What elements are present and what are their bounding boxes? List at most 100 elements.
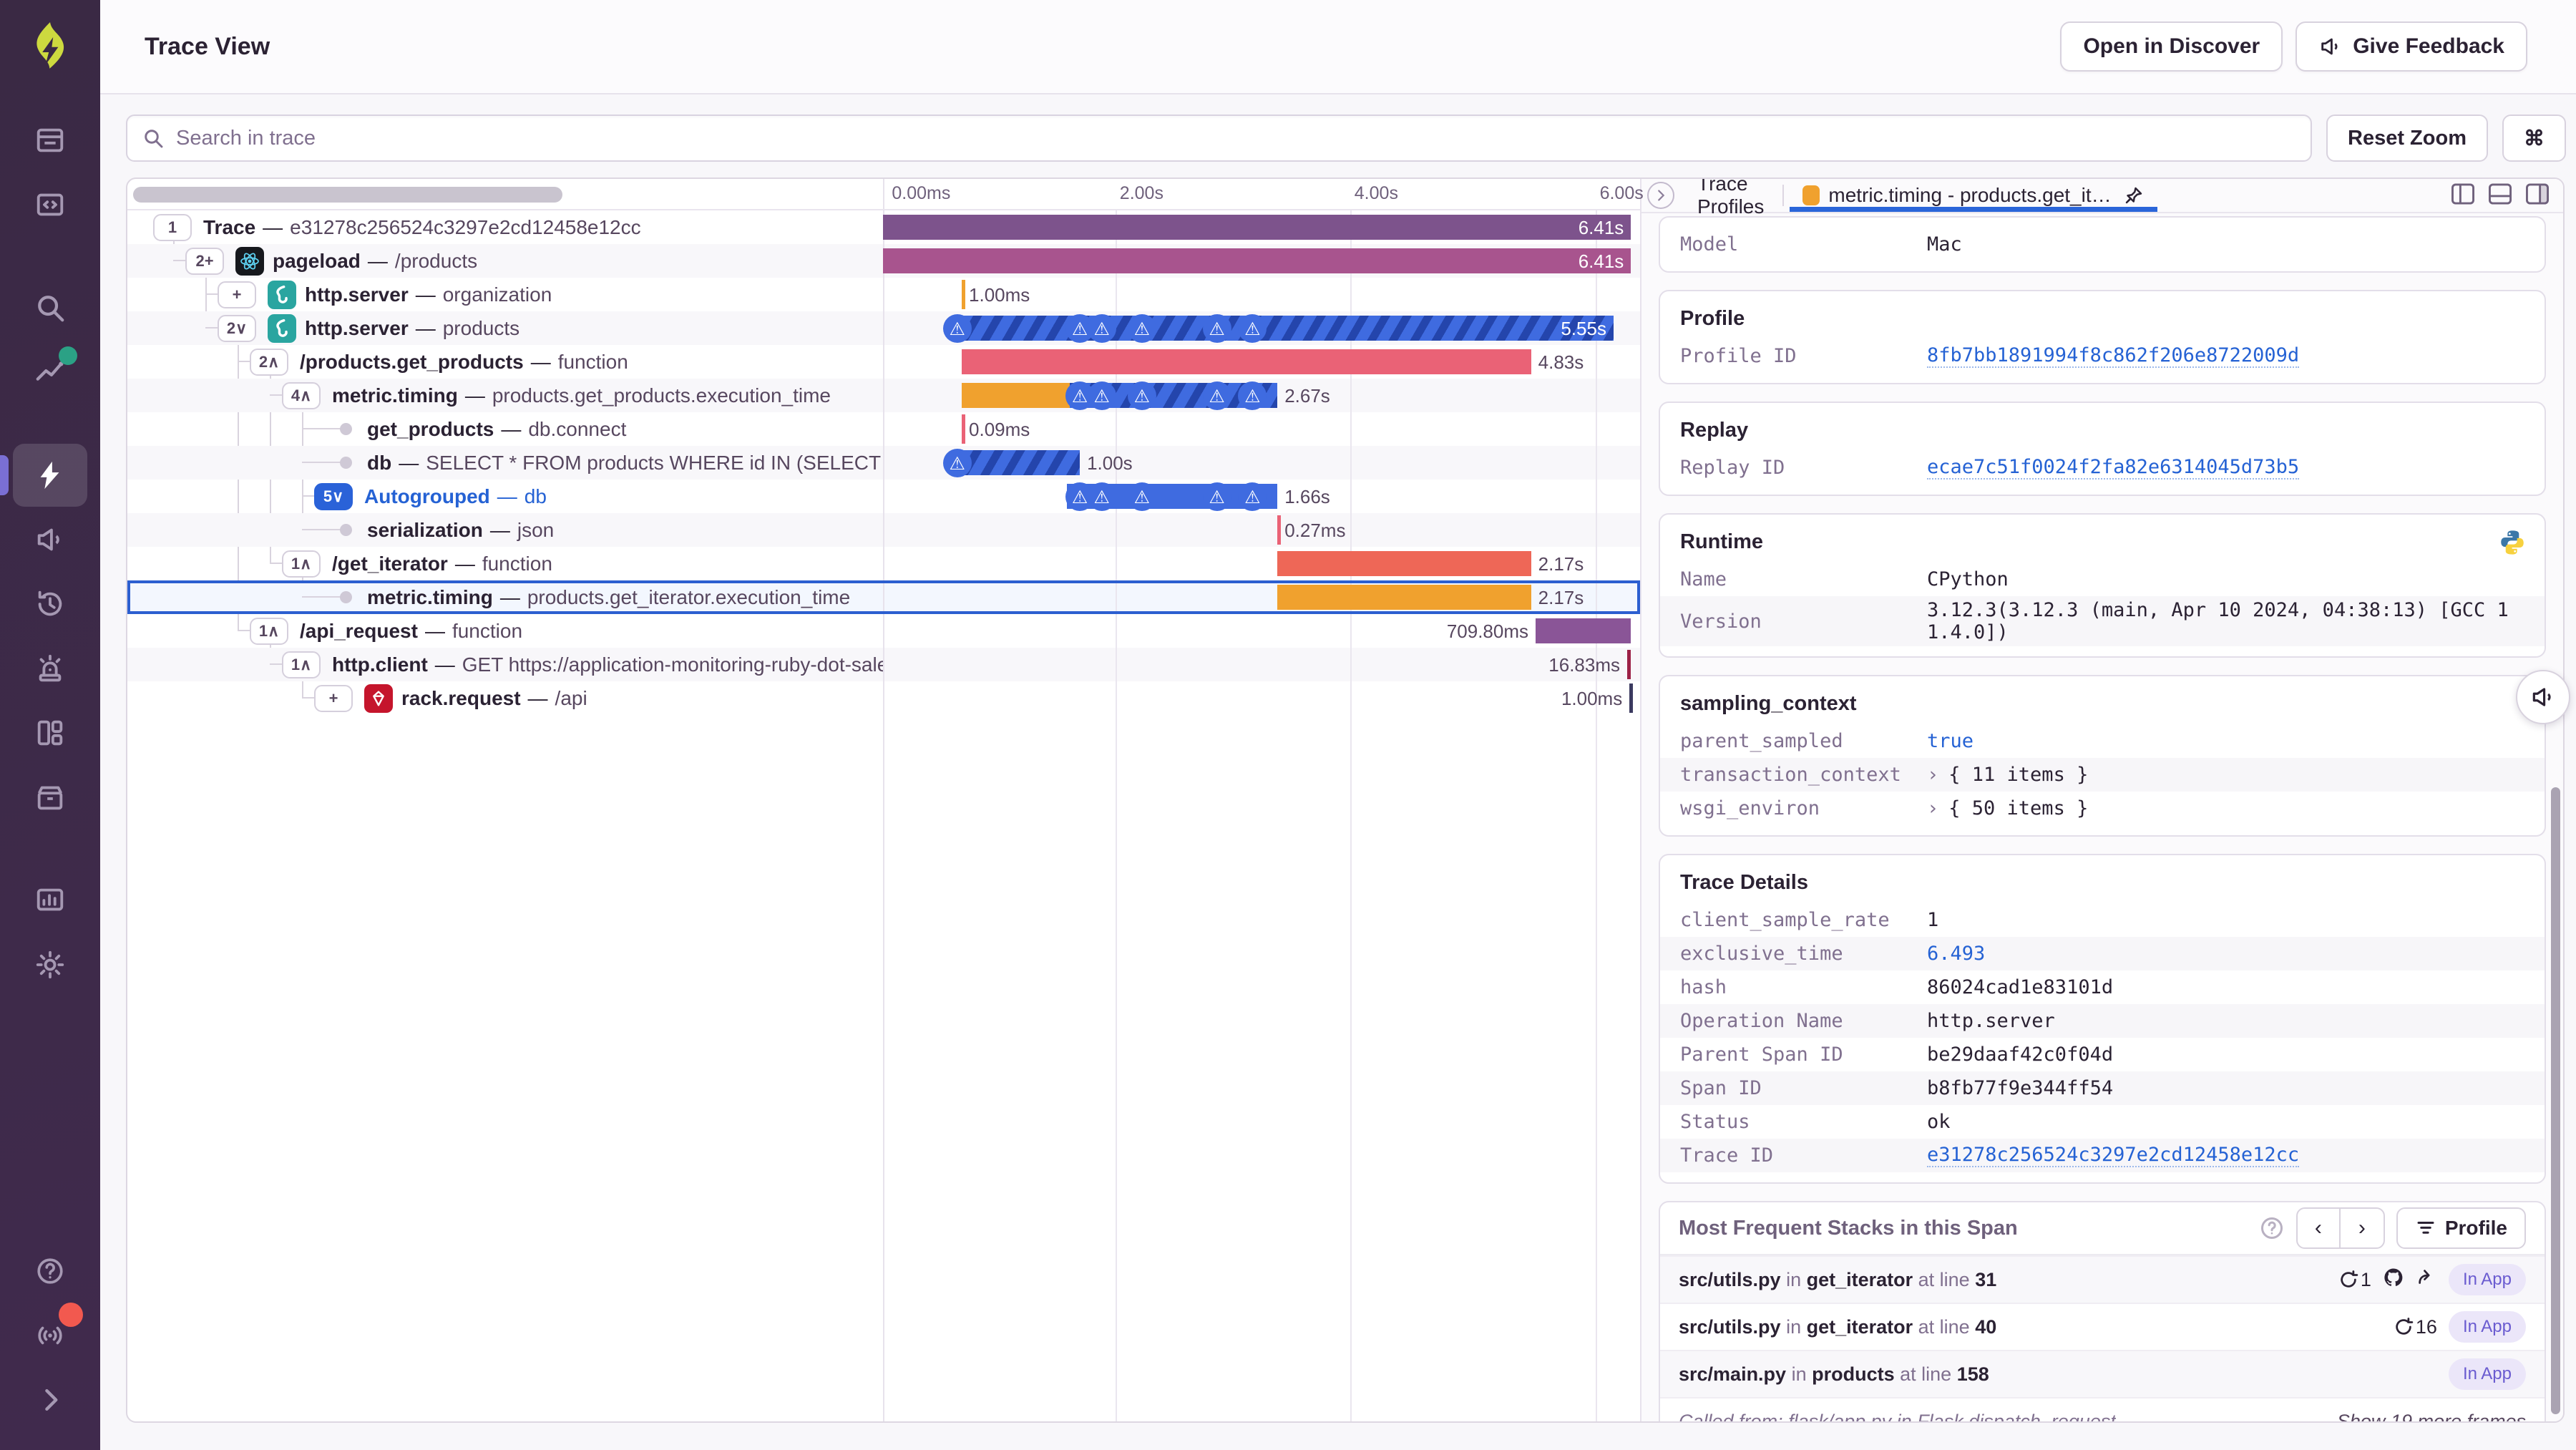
span-bar[interactable]: 5.55s xyxy=(952,316,1614,341)
sidebar-item-dashboards[interactable] xyxy=(13,701,87,764)
expand-chevron[interactable]: › xyxy=(1927,764,1938,786)
span-row[interactable]: serialization — json 0.27ms xyxy=(127,513,1640,547)
span-bar[interactable] xyxy=(962,349,1531,374)
span-description[interactable]: metric.timing — products.get_products.exec… xyxy=(332,379,831,412)
pin-icon[interactable] xyxy=(2123,185,2145,206)
span-row[interactable]: get_products — db.connect 0.09ms xyxy=(127,412,1640,446)
expand-badge[interactable]: + xyxy=(218,281,256,308)
stack-frame-row[interactable]: src/utils.py in get_iterator at line 31 1… xyxy=(1660,1255,2545,1303)
warning-icon[interactable]: ⚠ xyxy=(1127,381,1156,410)
open-in-discover-button[interactable]: Open in Discover xyxy=(2060,21,2283,72)
span-bar[interactable]: 6.41s xyxy=(883,215,1631,240)
details-scrollbar[interactable] xyxy=(2551,787,2560,1414)
stack-frame-row[interactable]: src/utils.py in get_iterator at line 40 1… xyxy=(1660,1303,2545,1350)
span-description[interactable]: metric.timing — products.get_iterator.exec… xyxy=(367,580,850,614)
help-icon[interactable] xyxy=(2259,1215,2285,1241)
span-description[interactable]: rack.request —/api xyxy=(401,681,587,715)
span-description[interactable]: /api_request — function xyxy=(300,614,522,648)
warning-icon[interactable]: ⚠ xyxy=(1238,482,1267,511)
sidebar-item-alerts[interactable] xyxy=(13,637,87,700)
span-description[interactable]: db — SELECT * FROM products WHERE id IN (S… xyxy=(367,446,883,480)
sidebar-item-settings[interactable] xyxy=(13,933,87,996)
expand-chevron[interactable]: › xyxy=(1927,797,1938,819)
span-description[interactable]: Autogrouped — db xyxy=(364,480,547,513)
span-bar[interactable] xyxy=(962,280,966,309)
source-link-icon[interactable] xyxy=(2416,1267,2437,1293)
span-row[interactable]: 2+ pageload —/products 6.41s xyxy=(127,244,1640,278)
span-description[interactable]: http.client — GET https://application-moni… xyxy=(332,648,883,681)
span-bar[interactable] xyxy=(1627,650,1631,679)
expand-badge[interactable]: 1∧ xyxy=(282,550,321,578)
sidebar-item-projects[interactable] xyxy=(13,173,87,236)
expand-badge[interactable]: 1 xyxy=(153,214,192,241)
span-description[interactable]: /get_iterator — function xyxy=(332,547,552,580)
sidebar-item-issues[interactable] xyxy=(13,109,87,172)
warning-icon[interactable]: ⚠ xyxy=(1127,314,1156,343)
warning-icon[interactable]: ⚠ xyxy=(942,449,972,477)
span-description[interactable]: pageload —/products xyxy=(273,244,477,278)
warning-icon[interactable]: ⚠ xyxy=(1127,482,1156,511)
sidebar-item-monitors[interactable] xyxy=(13,869,87,932)
span-bar[interactable] xyxy=(1629,683,1634,713)
sidebar-item-collapse[interactable] xyxy=(13,1368,87,1431)
span-row[interactable]: + http.server — organization 1.00ms xyxy=(127,278,1640,311)
span-bar[interactable]: 6.41s xyxy=(883,248,1631,273)
warning-icon[interactable]: ⚠ xyxy=(1238,381,1267,410)
expand-badge[interactable]: 2+ xyxy=(185,248,224,275)
span-bar[interactable] xyxy=(1277,551,1531,576)
warning-icon[interactable]: ⚠ xyxy=(1087,314,1116,343)
warning-icon[interactable]: ⚠ xyxy=(1238,314,1267,343)
sidebar-item-feedback[interactable] xyxy=(13,508,87,571)
sidebar-item-releases[interactable] xyxy=(13,766,87,829)
tab-span-detail[interactable]: metric.timing - products.get_iterat… xyxy=(1790,179,2157,212)
span-bar[interactable] xyxy=(962,414,966,444)
show-more-frames[interactable]: Show 19 more frames xyxy=(2337,1411,2526,1422)
span-description[interactable]: serialization — json xyxy=(367,513,554,547)
panel-right-icon[interactable] xyxy=(2524,183,2550,209)
span-row[interactable]: 2∨ http.server — products 5.55s ⚠ ⚠ ⚠ ⚠ ⚠ ⚠ xyxy=(127,311,1640,345)
sidebar-item-whats-new[interactable] xyxy=(13,1303,87,1367)
tab-trace[interactable]: Trace xyxy=(1684,179,1777,195)
stack-frame-row[interactable]: src/main.py in products at line 158 In Ap… xyxy=(1660,1350,2545,1397)
span-row[interactable]: 4∧ metric.timing — products.get_products.ex… xyxy=(127,379,1640,412)
warning-icon[interactable]: ⚠ xyxy=(1202,314,1231,343)
detail-value[interactable]: ecae7c51f0024f2fa82e6314045d73b5 xyxy=(1927,456,2300,480)
span-description[interactable]: /products.get_products — function xyxy=(300,345,628,379)
warning-icon[interactable]: ⚠ xyxy=(1202,381,1231,410)
expand-badge[interactable]: + xyxy=(314,685,353,712)
panel-left-icon[interactable] xyxy=(2450,183,2476,209)
detail-value[interactable]: e31278c256524c3297e2cd12458e12cc xyxy=(1927,1144,2300,1167)
shortcut-button[interactable]: ⌘ xyxy=(2502,115,2566,162)
detail-value[interactable]: 8fb7bb1891994f8c862f206e8722009d xyxy=(1927,344,2300,368)
search-box[interactable] xyxy=(126,115,2313,162)
stack-frame-row[interactable]: Called from: flask/app.py in Flask.dispa… xyxy=(1660,1397,2545,1421)
span-row[interactable]: 1 Trace — e31278c256524c3297e2cd12458e12cc 6… xyxy=(127,210,1640,244)
span-row[interactable]: 1∧ /api_request — function 709.80ms xyxy=(127,614,1640,648)
profile-button[interactable]: Profile xyxy=(2396,1207,2526,1249)
warning-icon[interactable]: ⚠ xyxy=(942,314,972,343)
warning-icon[interactable]: ⚠ xyxy=(1087,482,1116,511)
span-row[interactable]: db — SELECT * FROM products WHERE id IN (S… xyxy=(127,446,1640,480)
next-button[interactable]: › xyxy=(2341,1209,2384,1247)
expand-badge[interactable]: 1∧ xyxy=(282,651,321,678)
span-row[interactable]: 5∨ Autogrouped — db ⚠ ⚠ ⚠ ⚠ ⚠ 1.66s xyxy=(127,480,1640,513)
give-feedback-button[interactable]: Give Feedback xyxy=(2296,21,2527,72)
search-input[interactable] xyxy=(176,126,2297,150)
span-row[interactable]: + rack.request —/api 1.00ms xyxy=(127,681,1640,715)
warning-icon[interactable]: ⚠ xyxy=(1202,482,1231,511)
expand-badge[interactable]: 4∧ xyxy=(282,382,321,409)
span-row[interactable]: 1∧ http.client — GET https://application-mo… xyxy=(127,648,1640,681)
expand-badge[interactable]: 2∨ xyxy=(218,315,256,342)
expand-panel-button[interactable] xyxy=(1647,182,1674,209)
github-icon[interactable] xyxy=(2383,1267,2404,1293)
sentry-logo[interactable] xyxy=(24,20,77,80)
tree-scrollbar[interactable] xyxy=(133,187,562,203)
prev-button[interactable]: ‹ xyxy=(2298,1209,2341,1247)
span-row[interactable]: 1∧ /get_iterator — function 2.17s xyxy=(127,547,1640,580)
span-row[interactable]: 2∧ /products.get_products — function 4.83s xyxy=(127,345,1640,379)
span-description[interactable]: get_products — db.connect xyxy=(367,412,626,446)
warning-icon[interactable]: ⚠ xyxy=(1087,381,1116,410)
span-row[interactable]: metric.timing — products.get_iterator.exec… xyxy=(127,580,1640,614)
span-bar[interactable] xyxy=(1535,618,1631,643)
span-bar[interactable] xyxy=(962,383,1070,408)
